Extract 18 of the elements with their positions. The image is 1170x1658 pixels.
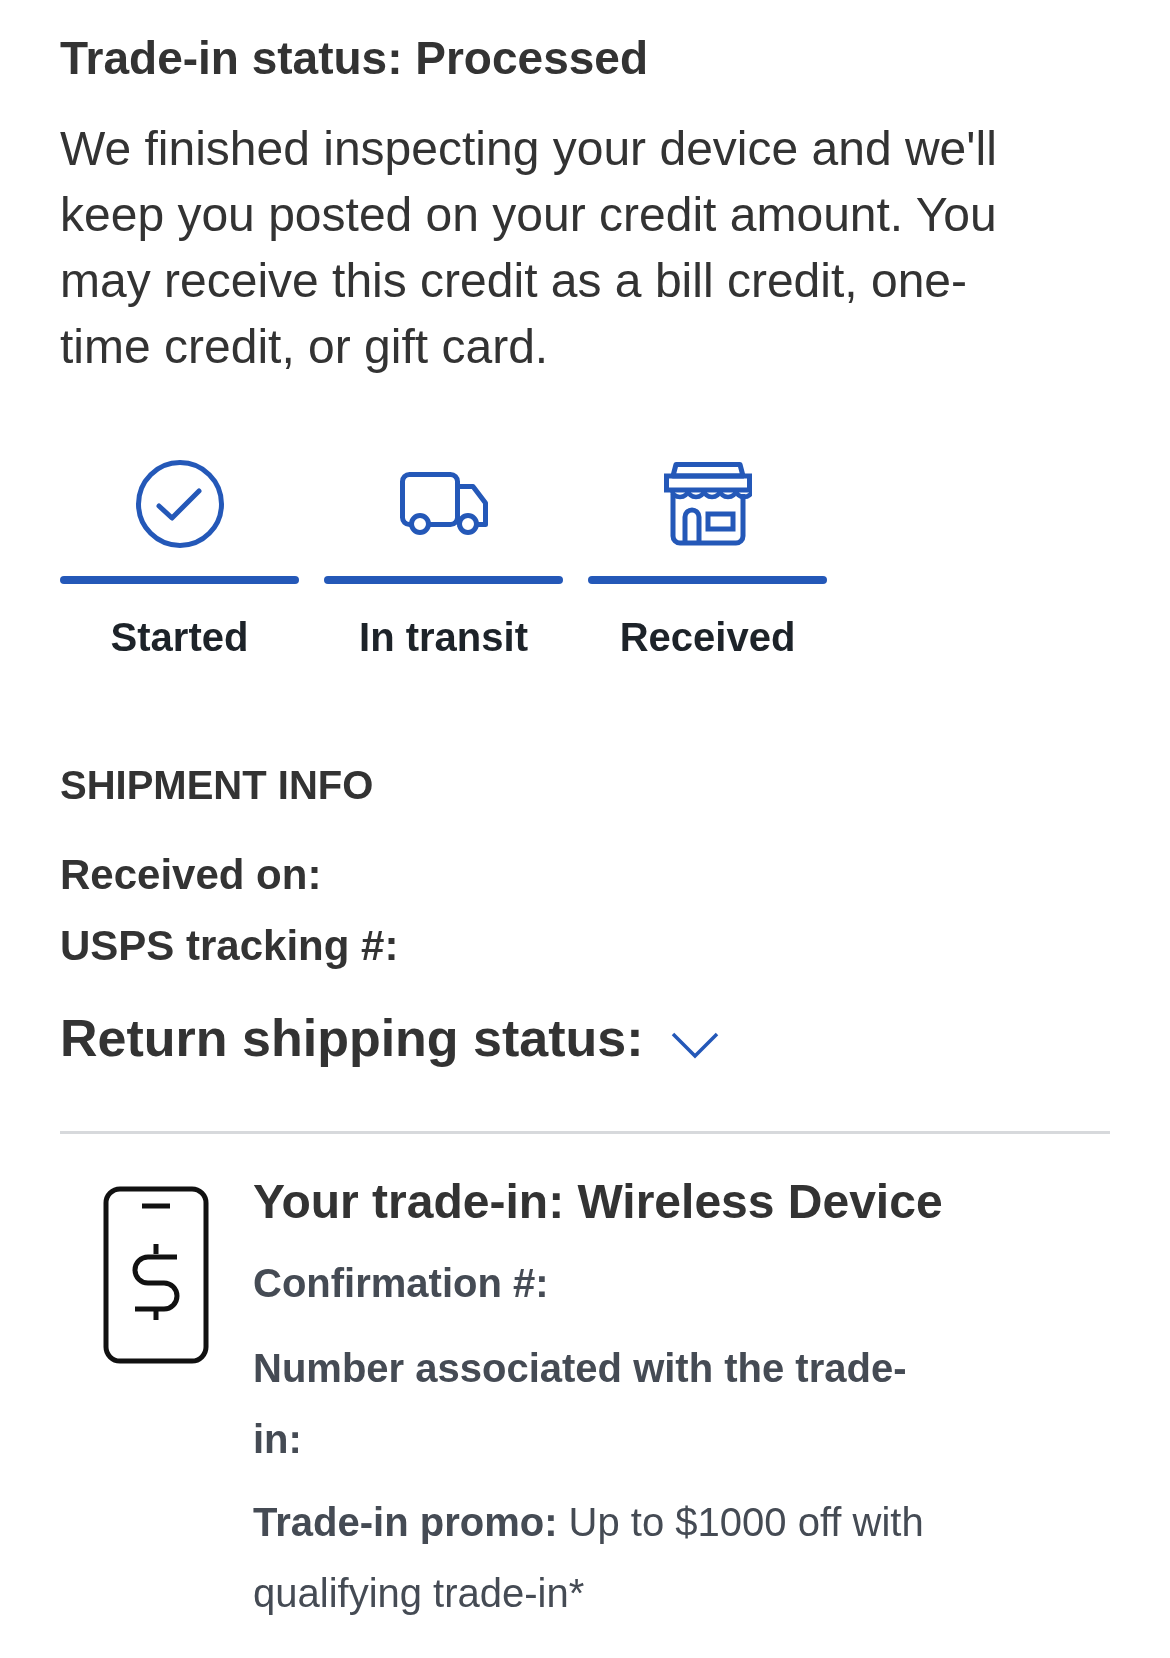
chevron-icon[interactable] <box>670 1030 719 1060</box>
return-shipping-status-label: Return shipping status: <box>60 1008 644 1069</box>
shipment-field-label: USPS tracking #: <box>60 922 399 969</box>
storefront-icon <box>663 462 752 546</box>
trade-in-title: Your trade-in: Wireless Device <box>253 1174 943 1230</box>
trade-in-status-heading: Trade-in status: Processed <box>60 31 648 86</box>
step-label: In transit <box>359 614 528 661</box>
trade-in-detail: Number associated with the trade-in: <box>253 1345 908 1463</box>
step-label: Received <box>619 614 796 661</box>
trade-in-detail: Confirmation #: <box>253 1260 550 1307</box>
trade-in-promo: Trade-in promo: Up to $1000 off with qualifying trade-in* <box>253 1499 925 1617</box>
check-circle-icon <box>134 459 225 549</box>
phone-dollar-icon <box>103 1186 209 1364</box>
status-message: We finished inspecting your device and we'll keep you posted on your credit amount. You may receive this credit as a bill credit, one-time credit, or gift card. <box>60 121 998 375</box>
step-label: Started <box>110 614 249 661</box>
shipment-field-label: Received on: <box>60 851 322 898</box>
truck-icon <box>399 472 488 536</box>
shipment-info-heading: SHIPMENT INFO <box>60 762 374 809</box>
